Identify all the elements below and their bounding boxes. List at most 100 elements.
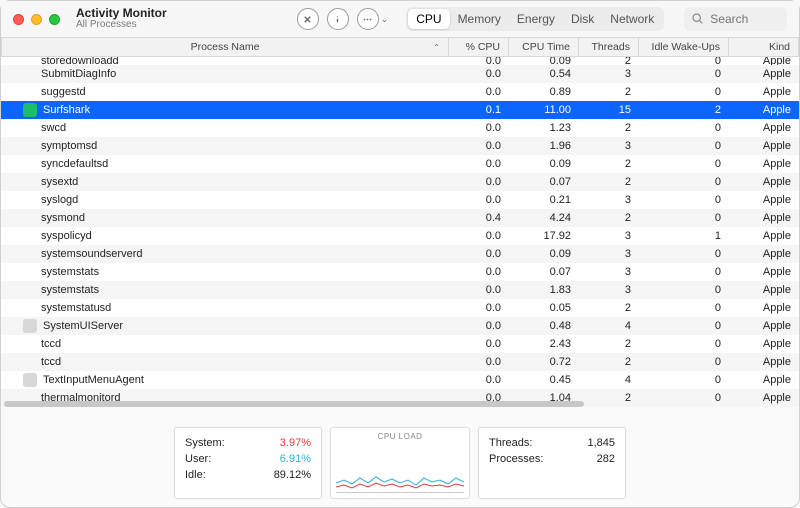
cell-threads: 2 xyxy=(579,176,639,188)
cell-cpu: 0.0 xyxy=(449,302,509,314)
cell-wakes: 0 xyxy=(639,68,729,80)
process-name-cell: storedownloadd xyxy=(1,57,449,65)
table-row[interactable]: TextInputMenuAgent0.00.4540Apple xyxy=(1,371,799,389)
cell-cpu: 0.0 xyxy=(449,68,509,80)
process-name-label: systemstats xyxy=(41,266,99,278)
col-threads[interactable]: Threads xyxy=(579,38,639,56)
cell-threads: 2 xyxy=(579,158,639,170)
process-name-label: SystemUIServer xyxy=(43,320,123,332)
cell-cpu: 0.0 xyxy=(449,140,509,152)
actions-menu[interactable]: ⌄ xyxy=(357,8,389,30)
process-name-cell: SubmitDiagInfo xyxy=(1,68,449,80)
col-process-name[interactable]: Process Name ⌃ xyxy=(1,38,449,56)
cell-wakes: 0 xyxy=(639,356,729,368)
cell-threads: 3 xyxy=(579,194,639,206)
cell-kind: Apple xyxy=(729,194,799,206)
cell-cpu: 0.0 xyxy=(449,266,509,278)
table-row[interactable]: storedownloadd0.00.0920Apple xyxy=(1,57,799,65)
cpu-load-title: CPU LOAD xyxy=(378,432,423,441)
process-name-cell: systemsoundserverd xyxy=(1,248,449,260)
process-name-label: TextInputMenuAgent xyxy=(43,374,144,386)
horizontal-scrollbar[interactable] xyxy=(1,401,799,409)
close-window[interactable] xyxy=(13,14,24,25)
table-row[interactable]: syncdefaultsd0.00.0920Apple xyxy=(1,155,799,173)
table-row[interactable]: systemstats0.00.0730Apple xyxy=(1,263,799,281)
tab-cpu[interactable]: CPU xyxy=(408,9,449,29)
table-row[interactable]: suggestd0.00.8920Apple xyxy=(1,83,799,101)
category-tabs: CPUMemoryEnergyDiskNetwork xyxy=(406,7,664,31)
table-row[interactable]: sysextd0.00.0720Apple xyxy=(1,173,799,191)
cell-wakes: 0 xyxy=(639,122,729,134)
cell-wakes: 0 xyxy=(639,338,729,350)
search-field[interactable] xyxy=(684,7,787,31)
cell-time: 0.45 xyxy=(509,374,579,386)
cell-kind: Apple xyxy=(729,374,799,386)
cell-threads: 2 xyxy=(579,122,639,134)
system-value: 3.97% xyxy=(280,436,311,452)
col-cpu-time[interactable]: CPU Time xyxy=(509,38,579,56)
table-row[interactable]: SubmitDiagInfo0.00.5430Apple xyxy=(1,65,799,83)
tab-energy[interactable]: Energy xyxy=(509,9,563,29)
process-icon xyxy=(23,373,37,387)
process-name-cell: SystemUIServer xyxy=(1,319,449,333)
cell-threads: 3 xyxy=(579,266,639,278)
stop-process-button[interactable] xyxy=(297,8,319,30)
cell-time: 0.48 xyxy=(509,320,579,332)
processes-value: 282 xyxy=(597,452,615,468)
table-row[interactable]: syslogd0.00.2130Apple xyxy=(1,191,799,209)
tab-network[interactable]: Network xyxy=(602,9,662,29)
cell-threads: 2 xyxy=(579,338,639,350)
tab-memory[interactable]: Memory xyxy=(450,9,509,29)
table-row[interactable]: symptomsd0.01.9630Apple xyxy=(1,137,799,155)
process-name-label: systemstatusd xyxy=(41,302,111,314)
table-row[interactable]: SystemUIServer0.00.4840Apple xyxy=(1,317,799,335)
cell-threads: 3 xyxy=(579,230,639,242)
cell-threads: 2 xyxy=(579,86,639,98)
col-idle-wakeups[interactable]: Idle Wake-Ups xyxy=(639,38,729,56)
cell-time: 0.54 xyxy=(509,68,579,80)
col-kind[interactable]: Kind xyxy=(729,38,799,56)
minimize-window[interactable] xyxy=(31,14,42,25)
table-row[interactable]: systemsoundserverd0.00.0930Apple xyxy=(1,245,799,263)
cell-cpu: 0.0 xyxy=(449,374,509,386)
process-name-cell: swcd xyxy=(1,122,449,134)
cell-kind: Apple xyxy=(729,356,799,368)
table-row[interactable]: tccd0.02.4320Apple xyxy=(1,335,799,353)
chevron-down-icon: ⌄ xyxy=(381,14,389,25)
table-row[interactable]: sysmond0.44.2420Apple xyxy=(1,209,799,227)
table-row[interactable]: systemstatusd0.00.0520Apple xyxy=(1,299,799,317)
cell-cpu: 0.0 xyxy=(449,158,509,170)
info-button[interactable] xyxy=(327,8,349,30)
process-name-cell: tccd xyxy=(1,356,449,368)
table-row[interactable]: systemstats0.01.8330Apple xyxy=(1,281,799,299)
process-name-cell: syncdefaultsd xyxy=(1,158,449,170)
cell-wakes: 2 xyxy=(639,104,729,116)
zoom-window[interactable] xyxy=(49,14,60,25)
cell-time: 1.23 xyxy=(509,122,579,134)
cell-cpu: 0.4 xyxy=(449,212,509,224)
threads-label: Threads: xyxy=(489,436,532,452)
process-name-cell: systemstatusd xyxy=(1,302,449,314)
cell-kind: Apple xyxy=(729,248,799,260)
cell-time: 2.43 xyxy=(509,338,579,350)
cell-time: 0.09 xyxy=(509,57,579,65)
cell-wakes: 0 xyxy=(639,57,729,65)
tab-disk[interactable]: Disk xyxy=(563,9,602,29)
col-cpu[interactable]: % CPU xyxy=(449,38,509,56)
process-table[interactable]: storedownloadd0.00.0920AppleSubmitDiagIn… xyxy=(1,57,799,407)
table-row[interactable]: Surfshark0.111.00152Apple xyxy=(1,101,799,119)
scrollbar-thumb[interactable] xyxy=(4,401,584,407)
footer-panels: System:3.97% User:6.91% Idle:89.12% CPU … xyxy=(1,427,799,499)
cell-wakes: 0 xyxy=(639,248,729,260)
cell-cpu: 0.1 xyxy=(449,104,509,116)
process-name-label: SubmitDiagInfo xyxy=(41,68,116,80)
cell-time: 0.09 xyxy=(509,248,579,260)
process-name-label: syslogd xyxy=(41,194,78,206)
process-name-cell: sysextd xyxy=(1,176,449,188)
table-row[interactable]: tccd0.00.7220Apple xyxy=(1,353,799,371)
table-row[interactable]: syspolicyd0.017.9231Apple xyxy=(1,227,799,245)
process-name-label: syspolicyd xyxy=(41,230,92,242)
process-name-label: suggestd xyxy=(41,86,86,98)
table-row[interactable]: swcd0.01.2320Apple xyxy=(1,119,799,137)
process-name-label: sysextd xyxy=(41,176,78,188)
